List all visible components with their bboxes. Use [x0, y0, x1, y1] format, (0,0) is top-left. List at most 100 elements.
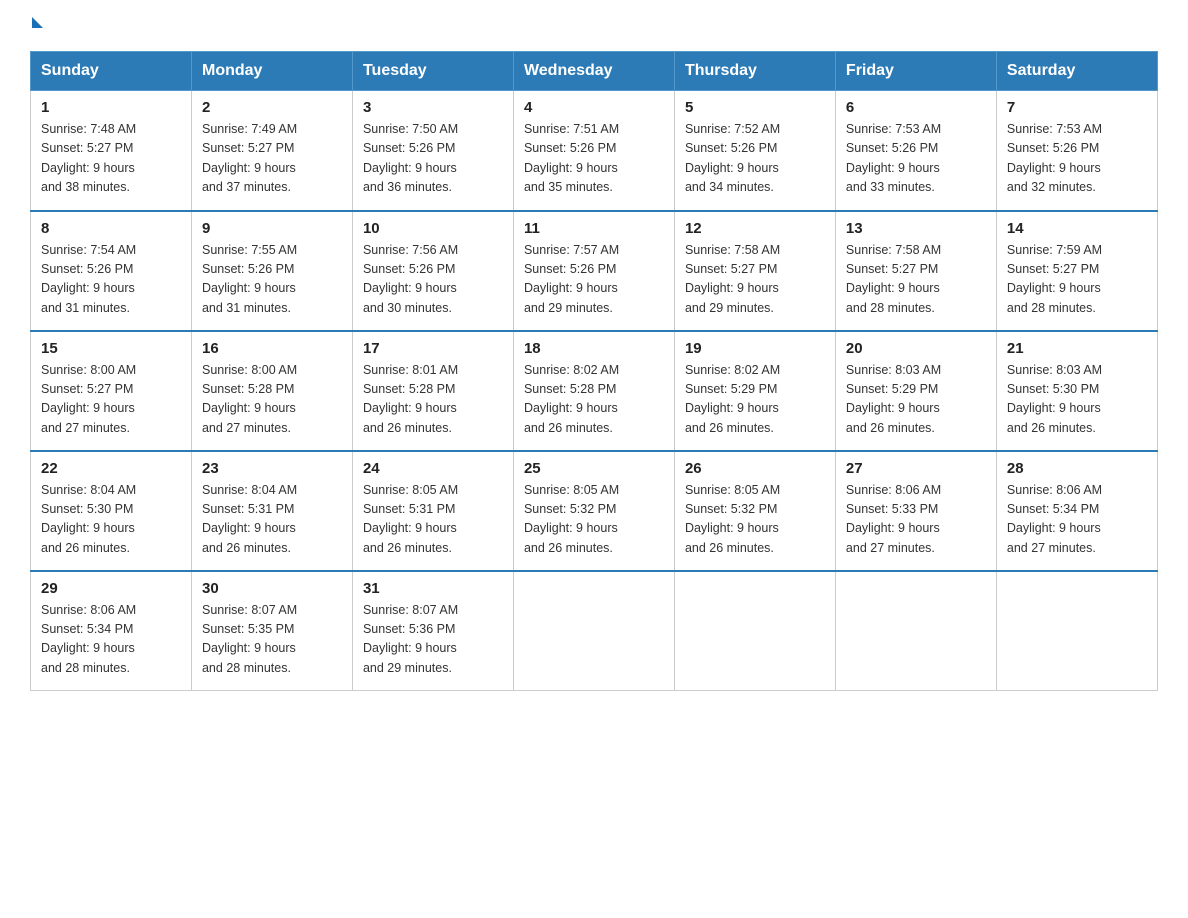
calendar-cell: 22 Sunrise: 8:04 AMSunset: 5:30 PMDaylig… — [31, 451, 192, 571]
day-number: 31 — [363, 580, 503, 597]
calendar-cell: 3 Sunrise: 7:50 AMSunset: 5:26 PMDayligh… — [352, 91, 513, 211]
day-number: 15 — [41, 340, 181, 357]
logo-triangle-icon — [32, 17, 43, 28]
calendar-cell: 21 Sunrise: 8:03 AMSunset: 5:30 PMDaylig… — [996, 331, 1157, 451]
day-info: Sunrise: 8:06 AMSunset: 5:34 PMDaylight:… — [41, 603, 136, 675]
calendar-cell: 20 Sunrise: 8:03 AMSunset: 5:29 PMDaylig… — [835, 331, 996, 451]
calendar-cell: 1 Sunrise: 7:48 AMSunset: 5:27 PMDayligh… — [31, 91, 192, 211]
day-info: Sunrise: 7:57 AMSunset: 5:26 PMDaylight:… — [524, 243, 619, 315]
day-number: 14 — [1007, 220, 1147, 237]
calendar-cell: 27 Sunrise: 8:06 AMSunset: 5:33 PMDaylig… — [835, 451, 996, 571]
day-number: 19 — [685, 340, 825, 357]
day-info: Sunrise: 7:48 AMSunset: 5:27 PMDaylight:… — [41, 122, 136, 194]
day-info: Sunrise: 8:07 AMSunset: 5:35 PMDaylight:… — [202, 603, 297, 675]
day-info: Sunrise: 8:05 AMSunset: 5:31 PMDaylight:… — [363, 483, 458, 555]
calendar-cell: 29 Sunrise: 8:06 AMSunset: 5:34 PMDaylig… — [31, 571, 192, 691]
day-info: Sunrise: 8:04 AMSunset: 5:30 PMDaylight:… — [41, 483, 136, 555]
day-number: 28 — [1007, 460, 1147, 477]
day-info: Sunrise: 8:06 AMSunset: 5:33 PMDaylight:… — [846, 483, 941, 555]
calendar-cell: 19 Sunrise: 8:02 AMSunset: 5:29 PMDaylig… — [674, 331, 835, 451]
calendar-cell: 14 Sunrise: 7:59 AMSunset: 5:27 PMDaylig… — [996, 211, 1157, 331]
day-number: 9 — [202, 220, 342, 237]
day-number: 22 — [41, 460, 181, 477]
day-info: Sunrise: 8:02 AMSunset: 5:28 PMDaylight:… — [524, 363, 619, 435]
day-number: 16 — [202, 340, 342, 357]
day-info: Sunrise: 8:03 AMSunset: 5:30 PMDaylight:… — [1007, 363, 1102, 435]
calendar-cell — [835, 571, 996, 691]
day-info: Sunrise: 8:07 AMSunset: 5:36 PMDaylight:… — [363, 603, 458, 675]
calendar-cell: 16 Sunrise: 8:00 AMSunset: 5:28 PMDaylig… — [191, 331, 352, 451]
day-number: 8 — [41, 220, 181, 237]
day-info: Sunrise: 7:58 AMSunset: 5:27 PMDaylight:… — [846, 243, 941, 315]
day-number: 5 — [685, 99, 825, 116]
calendar-cell: 23 Sunrise: 8:04 AMSunset: 5:31 PMDaylig… — [191, 451, 352, 571]
calendar-cell: 28 Sunrise: 8:06 AMSunset: 5:34 PMDaylig… — [996, 451, 1157, 571]
day-info: Sunrise: 7:53 AMSunset: 5:26 PMDaylight:… — [846, 122, 941, 194]
calendar-cell: 15 Sunrise: 8:00 AMSunset: 5:27 PMDaylig… — [31, 331, 192, 451]
day-info: Sunrise: 7:51 AMSunset: 5:26 PMDaylight:… — [524, 122, 619, 194]
calendar-header-row: SundayMondayTuesdayWednesdayThursdayFrid… — [31, 52, 1158, 91]
weekday-header-monday: Monday — [191, 52, 352, 91]
page-header — [30, 20, 1158, 31]
calendar-cell: 30 Sunrise: 8:07 AMSunset: 5:35 PMDaylig… — [191, 571, 352, 691]
weekday-header-friday: Friday — [835, 52, 996, 91]
day-info: Sunrise: 8:03 AMSunset: 5:29 PMDaylight:… — [846, 363, 941, 435]
day-info: Sunrise: 7:55 AMSunset: 5:26 PMDaylight:… — [202, 243, 297, 315]
day-info: Sunrise: 8:05 AMSunset: 5:32 PMDaylight:… — [524, 483, 619, 555]
day-number: 11 — [524, 220, 664, 237]
day-number: 20 — [846, 340, 986, 357]
calendar-cell: 8 Sunrise: 7:54 AMSunset: 5:26 PMDayligh… — [31, 211, 192, 331]
day-number: 29 — [41, 580, 181, 597]
calendar-cell: 12 Sunrise: 7:58 AMSunset: 5:27 PMDaylig… — [674, 211, 835, 331]
calendar-cell: 31 Sunrise: 8:07 AMSunset: 5:36 PMDaylig… — [352, 571, 513, 691]
calendar-cell: 26 Sunrise: 8:05 AMSunset: 5:32 PMDaylig… — [674, 451, 835, 571]
day-number: 23 — [202, 460, 342, 477]
calendar-cell: 24 Sunrise: 8:05 AMSunset: 5:31 PMDaylig… — [352, 451, 513, 571]
calendar-cell: 17 Sunrise: 8:01 AMSunset: 5:28 PMDaylig… — [352, 331, 513, 451]
day-number: 27 — [846, 460, 986, 477]
calendar-cell: 4 Sunrise: 7:51 AMSunset: 5:26 PMDayligh… — [513, 91, 674, 211]
day-number: 3 — [363, 99, 503, 116]
calendar-table: SundayMondayTuesdayWednesdayThursdayFrid… — [30, 51, 1158, 691]
day-number: 18 — [524, 340, 664, 357]
day-number: 7 — [1007, 99, 1147, 116]
calendar-cell: 2 Sunrise: 7:49 AMSunset: 5:27 PMDayligh… — [191, 91, 352, 211]
weekday-header-sunday: Sunday — [31, 52, 192, 91]
weekday-header-thursday: Thursday — [674, 52, 835, 91]
day-info: Sunrise: 7:53 AMSunset: 5:26 PMDaylight:… — [1007, 122, 1102, 194]
calendar-cell: 10 Sunrise: 7:56 AMSunset: 5:26 PMDaylig… — [352, 211, 513, 331]
day-info: Sunrise: 7:56 AMSunset: 5:26 PMDaylight:… — [363, 243, 458, 315]
day-info: Sunrise: 7:59 AMSunset: 5:27 PMDaylight:… — [1007, 243, 1102, 315]
calendar-week-row: 8 Sunrise: 7:54 AMSunset: 5:26 PMDayligh… — [31, 211, 1158, 331]
day-number: 2 — [202, 99, 342, 116]
day-info: Sunrise: 8:00 AMSunset: 5:28 PMDaylight:… — [202, 363, 297, 435]
day-number: 13 — [846, 220, 986, 237]
calendar-cell: 11 Sunrise: 7:57 AMSunset: 5:26 PMDaylig… — [513, 211, 674, 331]
weekday-header-wednesday: Wednesday — [513, 52, 674, 91]
day-info: Sunrise: 7:58 AMSunset: 5:27 PMDaylight:… — [685, 243, 780, 315]
calendar-cell — [674, 571, 835, 691]
calendar-week-row: 15 Sunrise: 8:00 AMSunset: 5:27 PMDaylig… — [31, 331, 1158, 451]
day-number: 30 — [202, 580, 342, 597]
day-info: Sunrise: 8:01 AMSunset: 5:28 PMDaylight:… — [363, 363, 458, 435]
calendar-cell: 9 Sunrise: 7:55 AMSunset: 5:26 PMDayligh… — [191, 211, 352, 331]
day-number: 17 — [363, 340, 503, 357]
calendar-cell: 25 Sunrise: 8:05 AMSunset: 5:32 PMDaylig… — [513, 451, 674, 571]
day-number: 1 — [41, 99, 181, 116]
day-info: Sunrise: 7:54 AMSunset: 5:26 PMDaylight:… — [41, 243, 136, 315]
calendar-cell — [996, 571, 1157, 691]
day-info: Sunrise: 7:52 AMSunset: 5:26 PMDaylight:… — [685, 122, 780, 194]
day-info: Sunrise: 7:49 AMSunset: 5:27 PMDaylight:… — [202, 122, 297, 194]
day-number: 4 — [524, 99, 664, 116]
calendar-cell: 7 Sunrise: 7:53 AMSunset: 5:26 PMDayligh… — [996, 91, 1157, 211]
calendar-cell: 6 Sunrise: 7:53 AMSunset: 5:26 PMDayligh… — [835, 91, 996, 211]
day-number: 21 — [1007, 340, 1147, 357]
calendar-cell — [513, 571, 674, 691]
day-info: Sunrise: 8:02 AMSunset: 5:29 PMDaylight:… — [685, 363, 780, 435]
day-info: Sunrise: 8:04 AMSunset: 5:31 PMDaylight:… — [202, 483, 297, 555]
calendar-week-row: 22 Sunrise: 8:04 AMSunset: 5:30 PMDaylig… — [31, 451, 1158, 571]
calendar-cell: 5 Sunrise: 7:52 AMSunset: 5:26 PMDayligh… — [674, 91, 835, 211]
day-info: Sunrise: 8:00 AMSunset: 5:27 PMDaylight:… — [41, 363, 136, 435]
day-number: 25 — [524, 460, 664, 477]
calendar-week-row: 1 Sunrise: 7:48 AMSunset: 5:27 PMDayligh… — [31, 91, 1158, 211]
